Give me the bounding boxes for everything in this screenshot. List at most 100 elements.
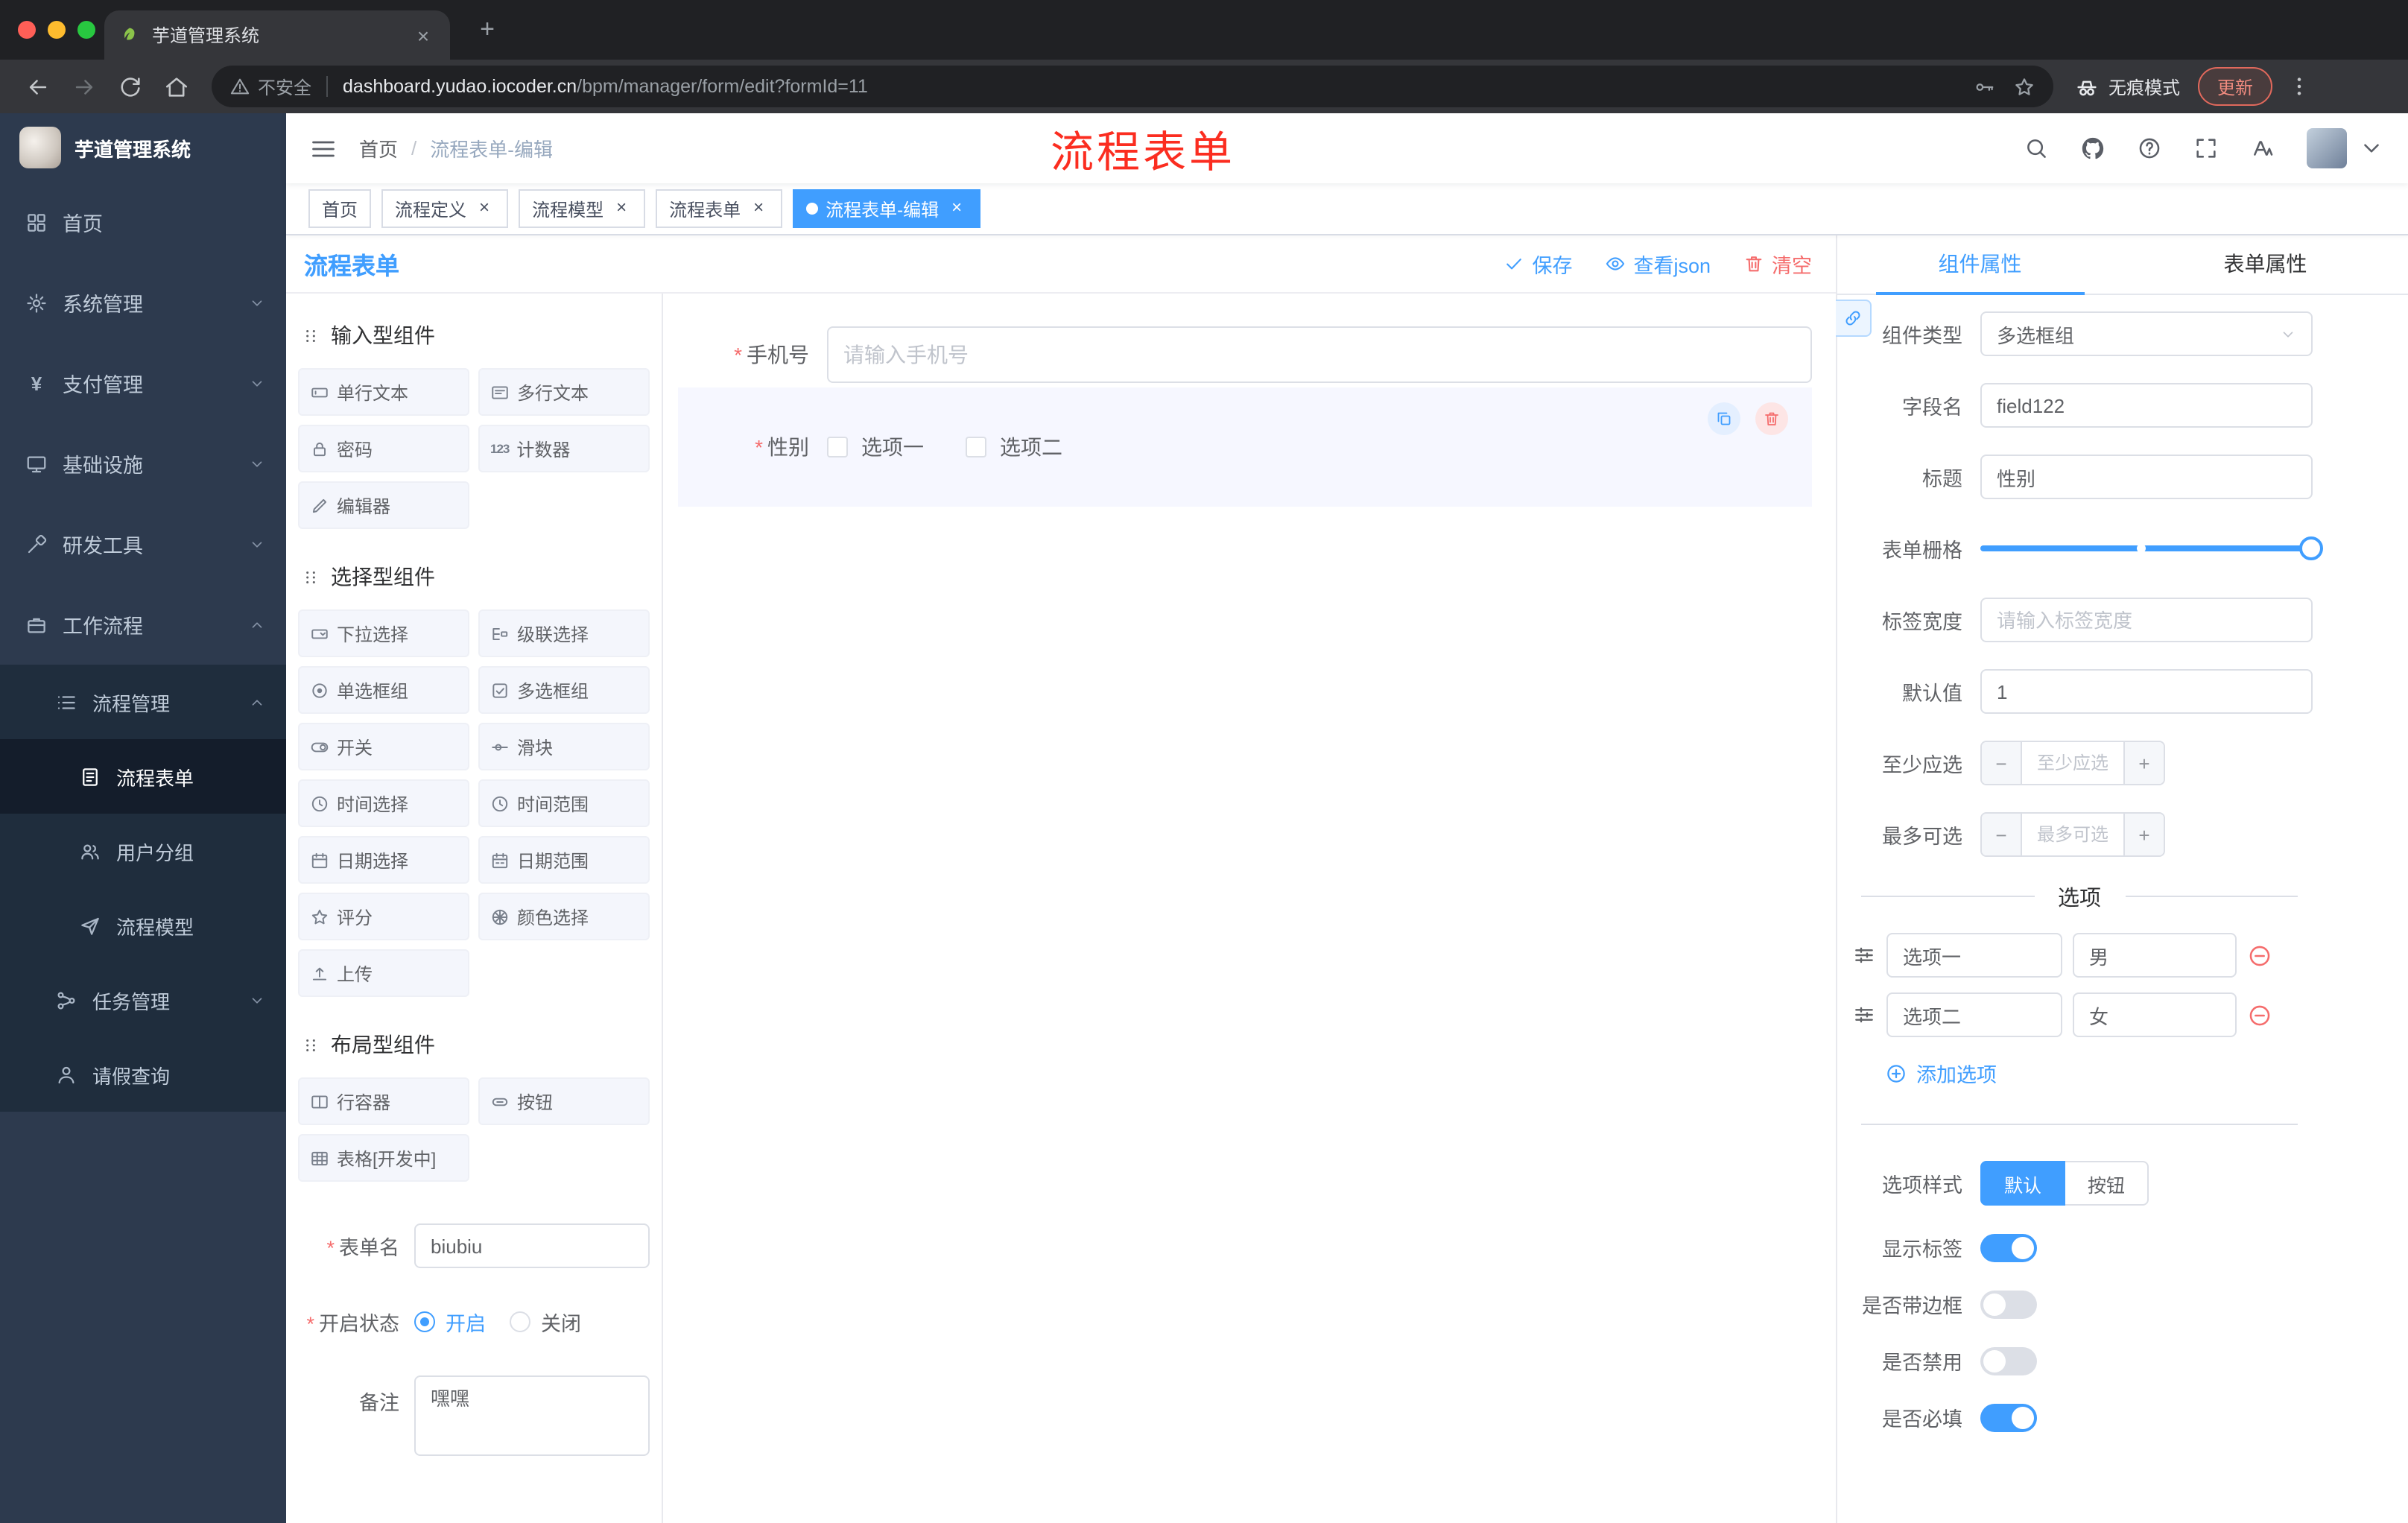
style-button-button[interactable]: 按钮 [2065, 1161, 2149, 1206]
option2-label-input[interactable] [1886, 992, 2062, 1037]
palette-item-table[interactable]: 表格[开发中] [298, 1134, 469, 1182]
sidebar-item-workflow[interactable]: 工作流程 [0, 584, 286, 665]
sidebar-item-home[interactable]: 首页 [0, 182, 286, 262]
palette-item-row-container[interactable]: 行容器 [298, 1077, 469, 1125]
title-input[interactable] [1980, 455, 2313, 499]
palette-item-time-range[interactable]: 时间范围 [478, 779, 650, 827]
form-name-input[interactable] [414, 1223, 650, 1268]
update-button[interactable]: 更新 [2198, 67, 2273, 106]
tag-process-definition[interactable]: 流程定义 × [381, 189, 509, 228]
sidebar-item-payment-management[interactable]: ¥ 支付管理 [0, 343, 286, 423]
window-minimize-button[interactable] [48, 21, 66, 39]
palette-item-time-picker[interactable]: 时间选择 [298, 779, 469, 827]
palette-item-rate[interactable]: 评分 [298, 893, 469, 940]
address-bar[interactable]: 不安全 dashboard.yudao.iocoder.cn/bpm/manag… [212, 66, 2053, 107]
view-json-button[interactable]: 查看json [1605, 248, 1711, 278]
form-canvas[interactable]: *手机号 *性别 选项一 选项二 [663, 294, 1836, 1523]
status-off-label[interactable]: 关闭 [541, 1307, 581, 1337]
breadcrumb-home[interactable]: 首页 [359, 134, 398, 162]
app-logo[interactable]: 芋道管理系统 [0, 113, 286, 182]
new-tab-button[interactable]: + [471, 13, 504, 46]
sidebar-item-process-form[interactable]: 流程表单 [0, 739, 286, 814]
tag-process-form[interactable]: 流程表单 × [656, 189, 783, 228]
palette-item-multi-line-text[interactable]: 多行文本 [478, 368, 650, 416]
slider-handle[interactable] [2299, 536, 2323, 560]
tag-close-icon[interactable]: × [474, 197, 495, 219]
remove-option-icon[interactable] [2247, 1002, 2272, 1028]
tag-process-model[interactable]: 流程模型 × [519, 189, 646, 228]
copy-component-button[interactable] [1708, 402, 1740, 435]
status-on-radio[interactable] [414, 1311, 435, 1332]
sidebar-item-process-model[interactable]: 流程模型 [0, 888, 286, 963]
back-icon[interactable] [25, 74, 51, 99]
palette-item-radio-group[interactable]: 单选框组 [298, 666, 469, 714]
sidebar-item-process-management[interactable]: 流程管理 [0, 665, 286, 739]
default-value-input[interactable] [1980, 669, 2313, 714]
palette-item-cascader[interactable]: 级联选择 [478, 609, 650, 657]
style-default-button[interactable]: 默认 [1980, 1161, 2066, 1206]
field-name-input[interactable] [1980, 383, 2313, 428]
option1-label-input[interactable] [1886, 933, 2062, 978]
font-size-icon[interactable] [2250, 136, 2275, 161]
hamburger-icon[interactable] [310, 135, 337, 162]
status-on-label[interactable]: 开启 [446, 1307, 486, 1337]
remark-textarea[interactable]: 嘿嘿 [414, 1375, 650, 1456]
checkbox-icon[interactable] [966, 437, 986, 457]
grid-slider[interactable] [1980, 526, 2323, 571]
palette-item-editor[interactable]: 编辑器 [298, 481, 469, 529]
min-select-input[interactable] [2022, 742, 2123, 784]
fullscreen-icon[interactable] [2193, 136, 2219, 161]
palette-item-date-range[interactable]: 日期范围 [478, 836, 650, 884]
selected-component-gender[interactable]: * 性别 选项一 选项二 [678, 387, 1812, 507]
link-button[interactable] [1836, 300, 1872, 337]
palette-item-switch[interactable]: 开关 [298, 723, 469, 770]
help-icon[interactable] [2137, 136, 2162, 161]
search-icon[interactable] [2024, 136, 2049, 161]
window-close-button[interactable] [18, 21, 36, 39]
tag-home[interactable]: 首页 [308, 189, 372, 228]
tab-close-icon[interactable]: × [411, 23, 435, 47]
palette-item-password[interactable]: 密码 [298, 425, 469, 472]
drag-handle-icon[interactable] [1852, 1003, 1876, 1027]
tab-component-props[interactable]: 组件属性 [1837, 234, 2123, 295]
increase-button[interactable]: + [2123, 742, 2164, 784]
sidebar-item-task-management[interactable]: 任务管理 [0, 963, 286, 1037]
palette-item-single-line-text[interactable]: 单行文本 [298, 368, 469, 416]
border-toggle[interactable] [1980, 1290, 2037, 1318]
gender-option1[interactable]: 选项一 [827, 432, 924, 462]
sidebar-item-user-group[interactable]: 用户分组 [0, 814, 286, 888]
show-label-toggle[interactable] [1980, 1233, 2037, 1261]
option2-value-input[interactable] [2073, 992, 2237, 1037]
palette-item-color-picker[interactable]: 颜色选择 [478, 893, 650, 940]
sidebar-item-system-management[interactable]: 系统管理 [0, 262, 286, 343]
checkbox-icon[interactable] [827, 437, 848, 457]
gender-option2[interactable]: 选项二 [966, 432, 1062, 462]
save-button[interactable]: 保存 [1504, 248, 1572, 278]
tag-process-form-edit[interactable]: 流程表单-编辑 × [793, 189, 981, 228]
bookmark-star-icon[interactable] [2013, 75, 2035, 98]
option1-value-input[interactable] [2073, 933, 2237, 978]
browser-tab[interactable]: 芋道管理系统 × [104, 10, 450, 60]
drag-handle-icon[interactable] [1852, 943, 1876, 967]
tag-close-icon[interactable]: × [611, 197, 632, 219]
forward-icon[interactable] [72, 74, 97, 99]
increase-button[interactable]: + [2123, 814, 2164, 855]
palette-item-checkbox-group[interactable]: 多选框组 [478, 666, 650, 714]
sidebar-item-dev-tools[interactable]: 研发工具 [0, 504, 286, 584]
label-width-input[interactable] [1980, 598, 2313, 642]
status-off-radio[interactable] [510, 1311, 530, 1332]
tag-close-icon[interactable]: × [946, 197, 967, 219]
palette-item-counter[interactable]: 123 计数器 [478, 425, 650, 472]
clear-button[interactable]: 清空 [1743, 248, 1812, 278]
palette-item-date-picker[interactable]: 日期选择 [298, 836, 469, 884]
palette-item-slider[interactable]: 滑块 [478, 723, 650, 770]
github-icon[interactable] [2080, 136, 2106, 161]
sidebar-item-infrastructure[interactable]: 基础设施 [0, 423, 286, 504]
delete-component-button[interactable] [1755, 402, 1788, 435]
sidebar-item-leave-query[interactable]: 请假查询 [0, 1037, 286, 1112]
disabled-toggle[interactable] [1980, 1346, 2037, 1375]
phone-input[interactable] [827, 326, 1812, 383]
decrease-button[interactable]: − [1982, 742, 2022, 784]
palette-item-select[interactable]: 下拉选择 [298, 609, 469, 657]
window-zoom-button[interactable] [77, 21, 95, 39]
